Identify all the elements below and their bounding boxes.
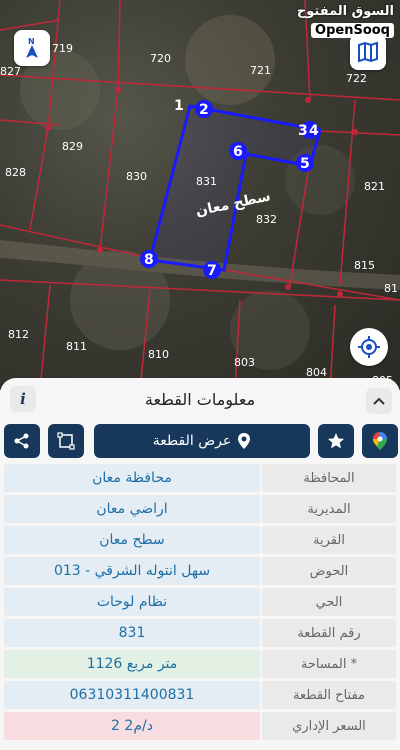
- parcel-label-721: 721: [250, 64, 271, 77]
- parcel-key-value: 06310311400831: [4, 681, 260, 709]
- parcel-label-722: 722: [346, 72, 367, 85]
- info-rows: محافظة معان المحافظة اراضي معان المديرية…: [4, 464, 396, 743]
- vertex-label-3: 3: [298, 123, 308, 139]
- parcel-label-812: 812: [8, 328, 29, 341]
- neighborhood-label: الحي: [262, 588, 396, 616]
- parcel-label-821: 821: [364, 180, 385, 193]
- row-directorate: اراضي معان المديرية: [4, 495, 396, 523]
- vertex-label-6: 6: [233, 144, 243, 160]
- vertex-label-4: 4: [309, 123, 319, 139]
- compass-button[interactable]: N: [14, 30, 50, 66]
- governorate-label: المحافظة: [262, 464, 396, 492]
- favorite-button[interactable]: [318, 424, 354, 458]
- vertex-label-1: 1: [174, 98, 184, 114]
- row-area: 1126 متر مربع المساحة *: [4, 650, 396, 678]
- parcel-key-label: مفتاح القطعة: [262, 681, 396, 709]
- share-icon: [14, 433, 29, 449]
- row-admin-price: 2 د/م2 السعر الإداري: [4, 712, 396, 740]
- basin-label: الحوض: [262, 557, 396, 585]
- parcel-label-831: 831: [196, 175, 217, 188]
- vertex-label-7: 7: [207, 263, 217, 279]
- chevron-up-icon: [373, 397, 385, 405]
- panel-title: معلومات القطعة: [144, 389, 256, 409]
- vertex-label-5: 5: [300, 156, 310, 172]
- brand-arabic: السوق المفتوح: [296, 4, 394, 19]
- parcel-label-719: 719: [52, 42, 73, 55]
- area-value: 1126 متر مربع: [4, 650, 260, 678]
- panel-header: i معلومات القطعة: [0, 378, 400, 420]
- parcel-label-830: 830: [126, 170, 147, 183]
- parcel-label-827: 827: [0, 65, 21, 78]
- polygon-icon: [57, 432, 75, 450]
- row-village: سطح معان القرية: [4, 526, 396, 554]
- map-layers-button[interactable]: [350, 34, 386, 70]
- show-parcel-label: عرض القطعة: [152, 433, 232, 449]
- svg-text:N: N: [28, 37, 35, 46]
- admin-price-label: السعر الإداري: [262, 712, 396, 740]
- share-button[interactable]: [4, 424, 40, 458]
- google-maps-pin-icon: [373, 432, 387, 450]
- parcel-label-810: 810: [148, 348, 169, 361]
- area-label-text: المساحة *: [262, 650, 396, 678]
- parcel-label-803: 803: [234, 356, 255, 369]
- star-icon: [328, 433, 344, 449]
- show-parcel-button[interactable]: عرض القطعة: [94, 424, 310, 458]
- panel-toolbar: عرض القطعة: [0, 424, 400, 460]
- info-button[interactable]: i: [10, 386, 36, 412]
- location-pin-icon: [238, 433, 251, 449]
- folded-map-icon: [358, 41, 378, 63]
- parcel-number-value: 831: [4, 619, 260, 647]
- draw-shape-button[interactable]: [48, 424, 84, 458]
- crosshair-icon: [358, 336, 380, 358]
- parcel-label-829: 829: [62, 140, 83, 153]
- parcel-number-label: رقم القطعة: [262, 619, 396, 647]
- directorate-value: اراضي معان: [4, 495, 260, 523]
- basin-value: سهل انتوله الشرقي - 013: [4, 557, 260, 585]
- row-parcel-key: 06310311400831 مفتاح القطعة: [4, 681, 396, 709]
- vertex-label-2: 2: [199, 102, 209, 118]
- google-maps-button[interactable]: [362, 424, 398, 458]
- brand-logo: السوق المفتوح OpenSooq: [297, 4, 394, 38]
- row-basin: سهل انتوله الشرقي - 013 الحوض: [4, 557, 396, 585]
- parcel-label-811: 811: [66, 340, 87, 353]
- parcel-label-815: 815: [354, 259, 375, 272]
- village-label: القرية: [262, 526, 396, 554]
- neighborhood-value: نظام لوحات: [4, 588, 260, 616]
- parcel-label-81: 81: [384, 282, 398, 295]
- village-value: سطح معان: [4, 526, 260, 554]
- parcel-map[interactable]: 719 720 721 722 827 829 828 830 831 832 …: [0, 0, 400, 390]
- my-location-button[interactable]: [350, 328, 388, 366]
- collapse-button[interactable]: [366, 388, 392, 414]
- map-view[interactable]: 719 720 721 722 827 829 828 830 831 832 …: [0, 0, 400, 390]
- parcel-label-832: 832: [256, 213, 277, 226]
- row-neighborhood: نظام لوحات الحي: [4, 588, 396, 616]
- north-arrow-icon: N: [26, 37, 38, 58]
- parcel-label-828: 828: [5, 166, 26, 179]
- parcel-info-panel: i معلومات القطعة عرض القطعة محافظة معان …: [0, 378, 400, 750]
- governorate-value: محافظة معان: [4, 464, 260, 492]
- parcel-label-720: 720: [150, 52, 171, 65]
- vertex-label-8: 8: [144, 252, 154, 268]
- info-icon: i: [20, 390, 26, 408]
- row-parcel-number: 831 رقم القطعة: [4, 619, 396, 647]
- row-governorate: محافظة معان المحافظة: [4, 464, 396, 492]
- directorate-label: المديرية: [262, 495, 396, 523]
- admin-price-value: 2 د/م2: [4, 712, 260, 740]
